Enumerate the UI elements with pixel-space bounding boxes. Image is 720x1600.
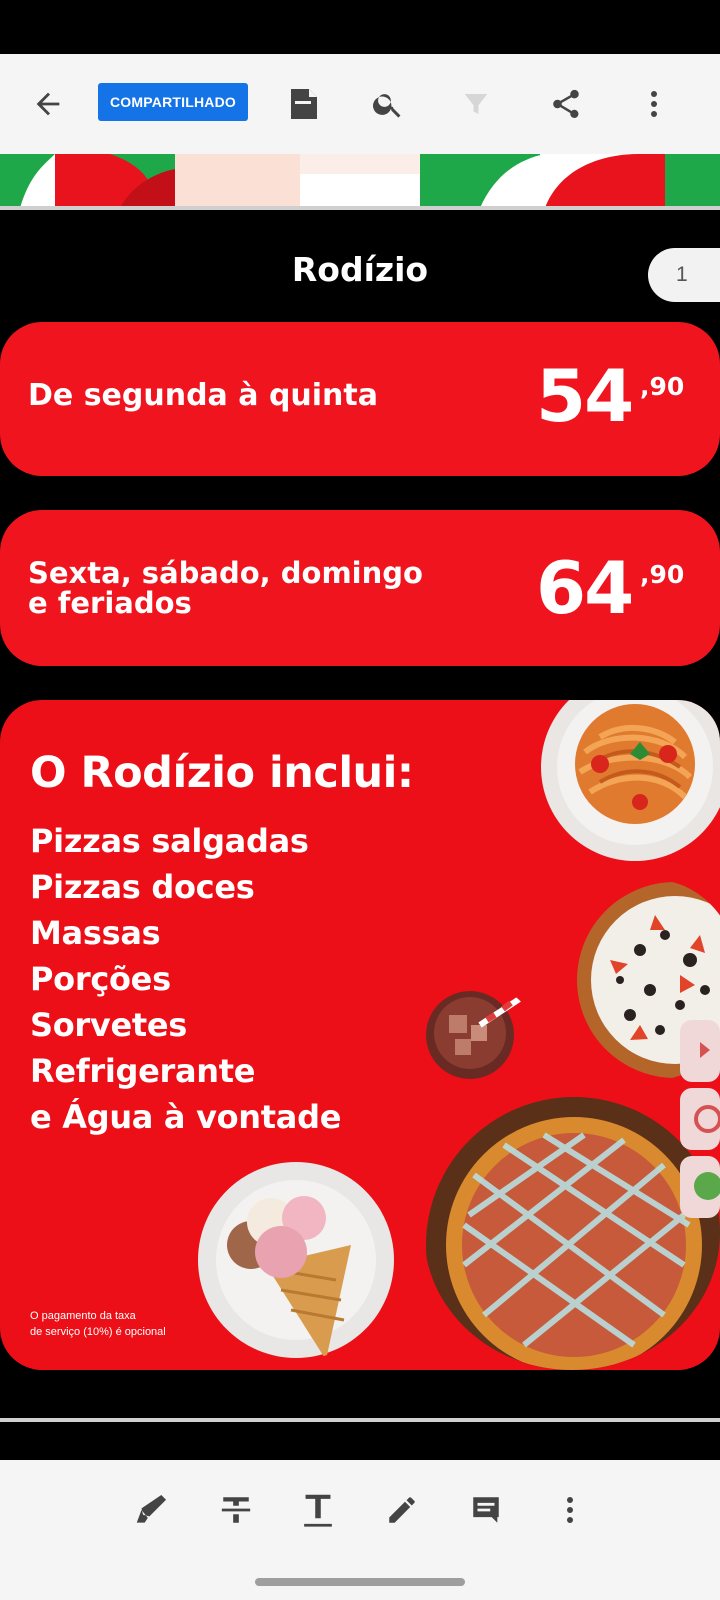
price-value: 54 (536, 354, 634, 438)
filter-icon (464, 94, 488, 114)
highlighter-button[interactable] (129, 1488, 173, 1532)
share-button[interactable] (546, 84, 586, 124)
page-number-indicator[interactable]: 1 (648, 248, 720, 302)
price-card-weekdays: De segunda à quinta 54 ,90 (0, 322, 720, 476)
pencil-button[interactable] (380, 1488, 424, 1532)
price-card-label: De segunda à quinta (28, 378, 378, 413)
highlighter-icon (136, 1494, 167, 1523)
list-item: Pizzas salgadas (30, 822, 309, 860)
search-button[interactable] (368, 84, 408, 124)
shared-badge[interactable]: COMPARTILHADO (98, 83, 248, 121)
document-page[interactable]: Rodízio 1 De segunda à quinta 54 ,90 Sex… (0, 210, 720, 1418)
pasta-plate-image (541, 700, 720, 861)
list-item: Refrigerante (30, 1052, 256, 1090)
side-tab-stack (680, 1020, 720, 1220)
decorative-pattern (0, 154, 720, 208)
arrow-left-icon (36, 92, 60, 116)
price-card-label: Sexta, sábado, domingo e feriados (28, 558, 423, 618)
top-toolbar: COMPARTILHADO (0, 54, 720, 154)
price-card-weekend: Sexta, sábado, domingo e feriados 64 ,90 (0, 510, 720, 666)
page-divider (0, 1418, 720, 1422)
price-cents: ,90 (640, 560, 685, 589)
document-icon (291, 89, 317, 119)
more-button[interactable] (634, 84, 674, 124)
price-card-label-line: Sexta, sábado, domingo (28, 556, 423, 590)
home-gesture-pill[interactable] (255, 1578, 465, 1586)
list-item: Massas (30, 914, 161, 952)
list-item: Pizzas doces (30, 868, 255, 906)
soda-glass-image (426, 987, 535, 1079)
strikethrough-button[interactable] (214, 1488, 258, 1532)
underline-text-button[interactable] (296, 1488, 340, 1532)
page-title: Rodízio (291, 250, 429, 289)
price-cents: ,90 (640, 372, 685, 401)
comment-button[interactable] (464, 1488, 508, 1532)
share-icon (553, 89, 579, 119)
more-tools-button[interactable] (548, 1488, 592, 1532)
more-vertical-icon (567, 1497, 573, 1523)
includes-list: Pizzas salgadas Pizzas doces Massas Porç… (30, 818, 341, 1140)
pencil-icon (389, 1497, 415, 1523)
footnote-line: de serviço (10%) é opcional (30, 1326, 166, 1338)
side-tabs-graphic (680, 1020, 720, 1218)
ice-cream-image (198, 1162, 394, 1360)
bottom-toolbar (0, 1460, 720, 1560)
more-vertical-icon (651, 91, 657, 117)
price-value: 64 (536, 546, 634, 630)
price-card-label-line: e feriados (28, 586, 192, 620)
previous-page-strip (0, 154, 720, 208)
status-bar (0, 0, 720, 54)
list-item: Porções (30, 960, 171, 998)
rodizio-includes-card: O Rodízio inclui: Pizzas salgadas Pizzas… (0, 700, 720, 1370)
search-icon (373, 94, 401, 118)
service-fee-footnote: O pagamento da taxa de serviço (10%) é o… (30, 1308, 230, 1340)
pizza-image (426, 1097, 720, 1370)
document-button[interactable] (284, 84, 324, 124)
list-item: Sorvetes (30, 1006, 188, 1044)
comment-icon (473, 1497, 499, 1523)
filter-button[interactable] (456, 84, 496, 124)
back-button[interactable] (28, 84, 68, 124)
list-item: e Água à vontade (30, 1098, 342, 1136)
includes-title: O Rodízio inclui: (30, 748, 414, 798)
text-underline-icon (304, 1494, 332, 1527)
footnote-line: O pagamento da taxa (30, 1310, 136, 1322)
strikethrough-icon (221, 1497, 251, 1523)
